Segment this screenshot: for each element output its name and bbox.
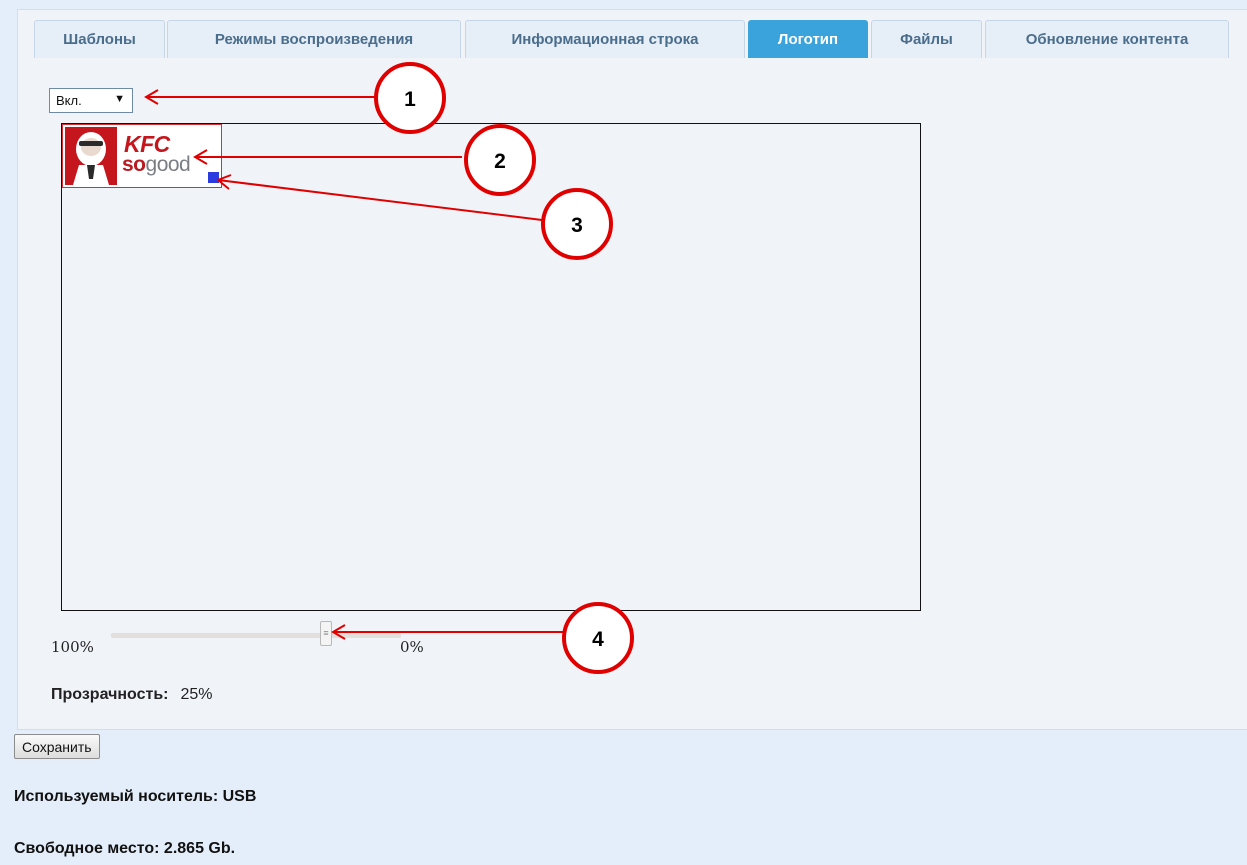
- callout-number-2: 2: [494, 150, 506, 173]
- callout-number-1: 1: [404, 88, 416, 111]
- callout-number-4: 4: [592, 628, 604, 651]
- callout-number-3: 3: [571, 214, 583, 237]
- annotation-overlay: 1 2 3 4: [144, 62, 634, 674]
